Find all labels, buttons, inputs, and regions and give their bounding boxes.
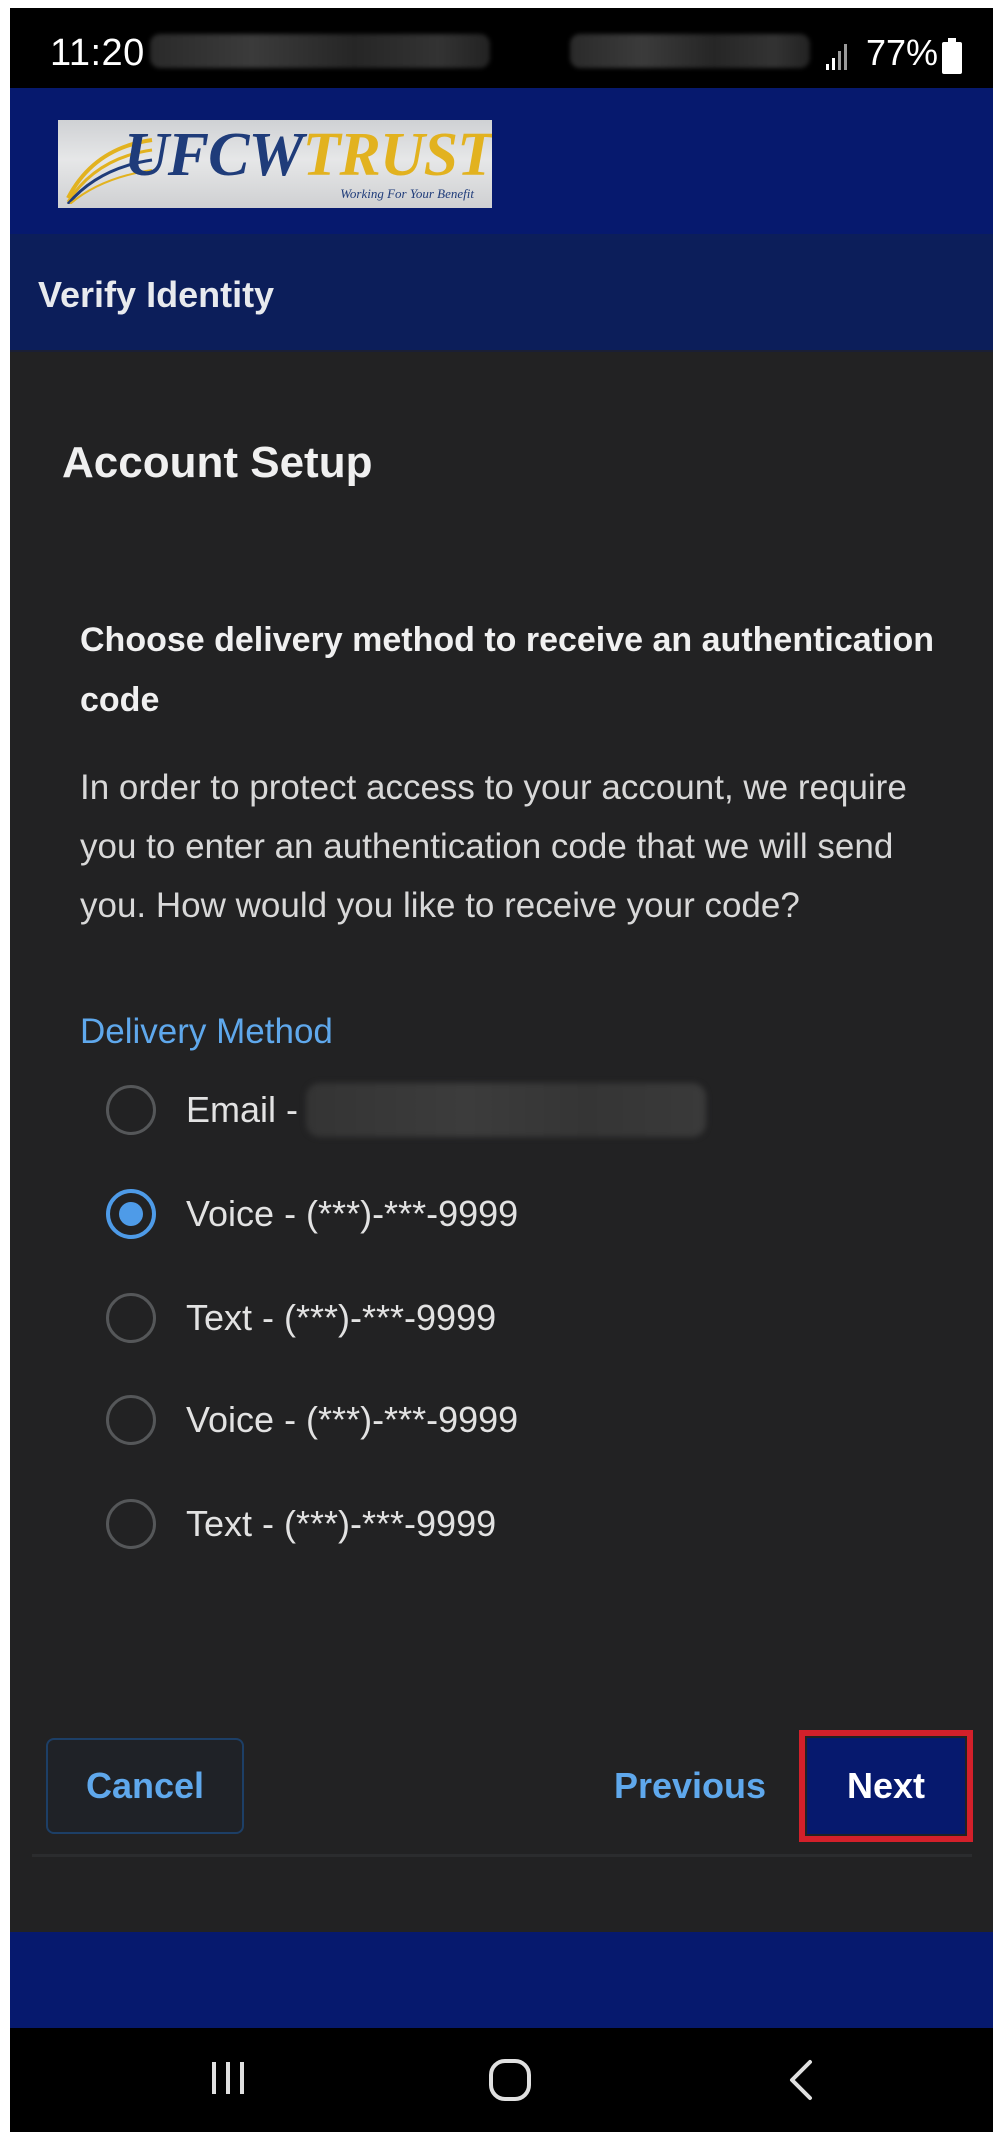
- logo-brand-trust: TRUST: [302, 121, 492, 189]
- logo-brand-ufcw: UFCW: [124, 121, 304, 189]
- logo-tagline: Working For Your Benefit: [340, 186, 474, 201]
- option-label: Text - (***)-***-9999: [186, 1503, 497, 1544]
- delivery-description: In order to protect access to your accou…: [80, 768, 907, 925]
- home-icon[interactable]: [486, 2056, 534, 2104]
- option-label: Voice - (***)-***-9999: [186, 1399, 519, 1440]
- previous-button[interactable]: Previous: [595, 1738, 785, 1834]
- page-title: Verify Identity: [38, 274, 275, 315]
- option-text-2[interactable]: Text - (***)-***-9999: [106, 1494, 806, 1554]
- card-divider: [32, 1854, 972, 1857]
- app-footer: [10, 1932, 993, 2028]
- delivery-method-label: Delivery Method: [80, 1012, 333, 1051]
- option-text-1[interactable]: Text - (***)-***-9999: [106, 1288, 806, 1348]
- option-email[interactable]: Email -: [106, 1080, 806, 1140]
- radio-button[interactable]: [106, 1293, 156, 1343]
- cancel-button[interactable]: Cancel: [46, 1738, 244, 1834]
- radio-button[interactable]: [106, 1395, 156, 1445]
- next-button[interactable]: Next: [807, 1738, 965, 1834]
- app-header: UFCWTRUST Working For Your Benefit: [10, 88, 993, 234]
- recent-apps-icon[interactable]: [206, 2056, 250, 2100]
- option-label: Text - (***)-***-9999: [186, 1297, 497, 1338]
- signal-icon: [826, 44, 847, 70]
- radio-button[interactable]: [106, 1499, 156, 1549]
- blurred-notifications: [150, 34, 490, 68]
- radio-button[interactable]: [106, 1085, 156, 1135]
- battery-icon: [942, 38, 962, 74]
- page-title-bar: Verify Identity: [10, 234, 993, 352]
- battery-percentage: 77%: [866, 32, 939, 73]
- phone-screen: 11:20 77% UFCWTRUST Working For Your Ben…: [10, 8, 993, 2132]
- blurred-status-icons: [570, 34, 810, 68]
- status-bar: 11:20 77%: [10, 8, 993, 88]
- back-icon[interactable]: [780, 2056, 824, 2104]
- logo-wordmark: UFCWTRUST: [124, 122, 492, 188]
- option-label: Email -: [186, 1089, 299, 1130]
- section-title: Account Setup: [62, 438, 373, 487]
- option-label: Voice - (***)-***-9999: [186, 1193, 519, 1234]
- option-voice-2[interactable]: Voice - (***)-***-9999: [106, 1390, 806, 1450]
- delivery-question: Choose delivery method to receive an aut…: [80, 621, 934, 719]
- blurred-email-address: [306, 1083, 707, 1137]
- radio-button-selected[interactable]: [106, 1189, 156, 1239]
- status-time: 11:20: [50, 32, 145, 74]
- ufcw-trust-logo[interactable]: UFCWTRUST Working For Your Benefit: [58, 120, 492, 208]
- system-nav-bar: [10, 2028, 993, 2132]
- option-voice-1[interactable]: Voice - (***)-***-9999: [106, 1184, 806, 1244]
